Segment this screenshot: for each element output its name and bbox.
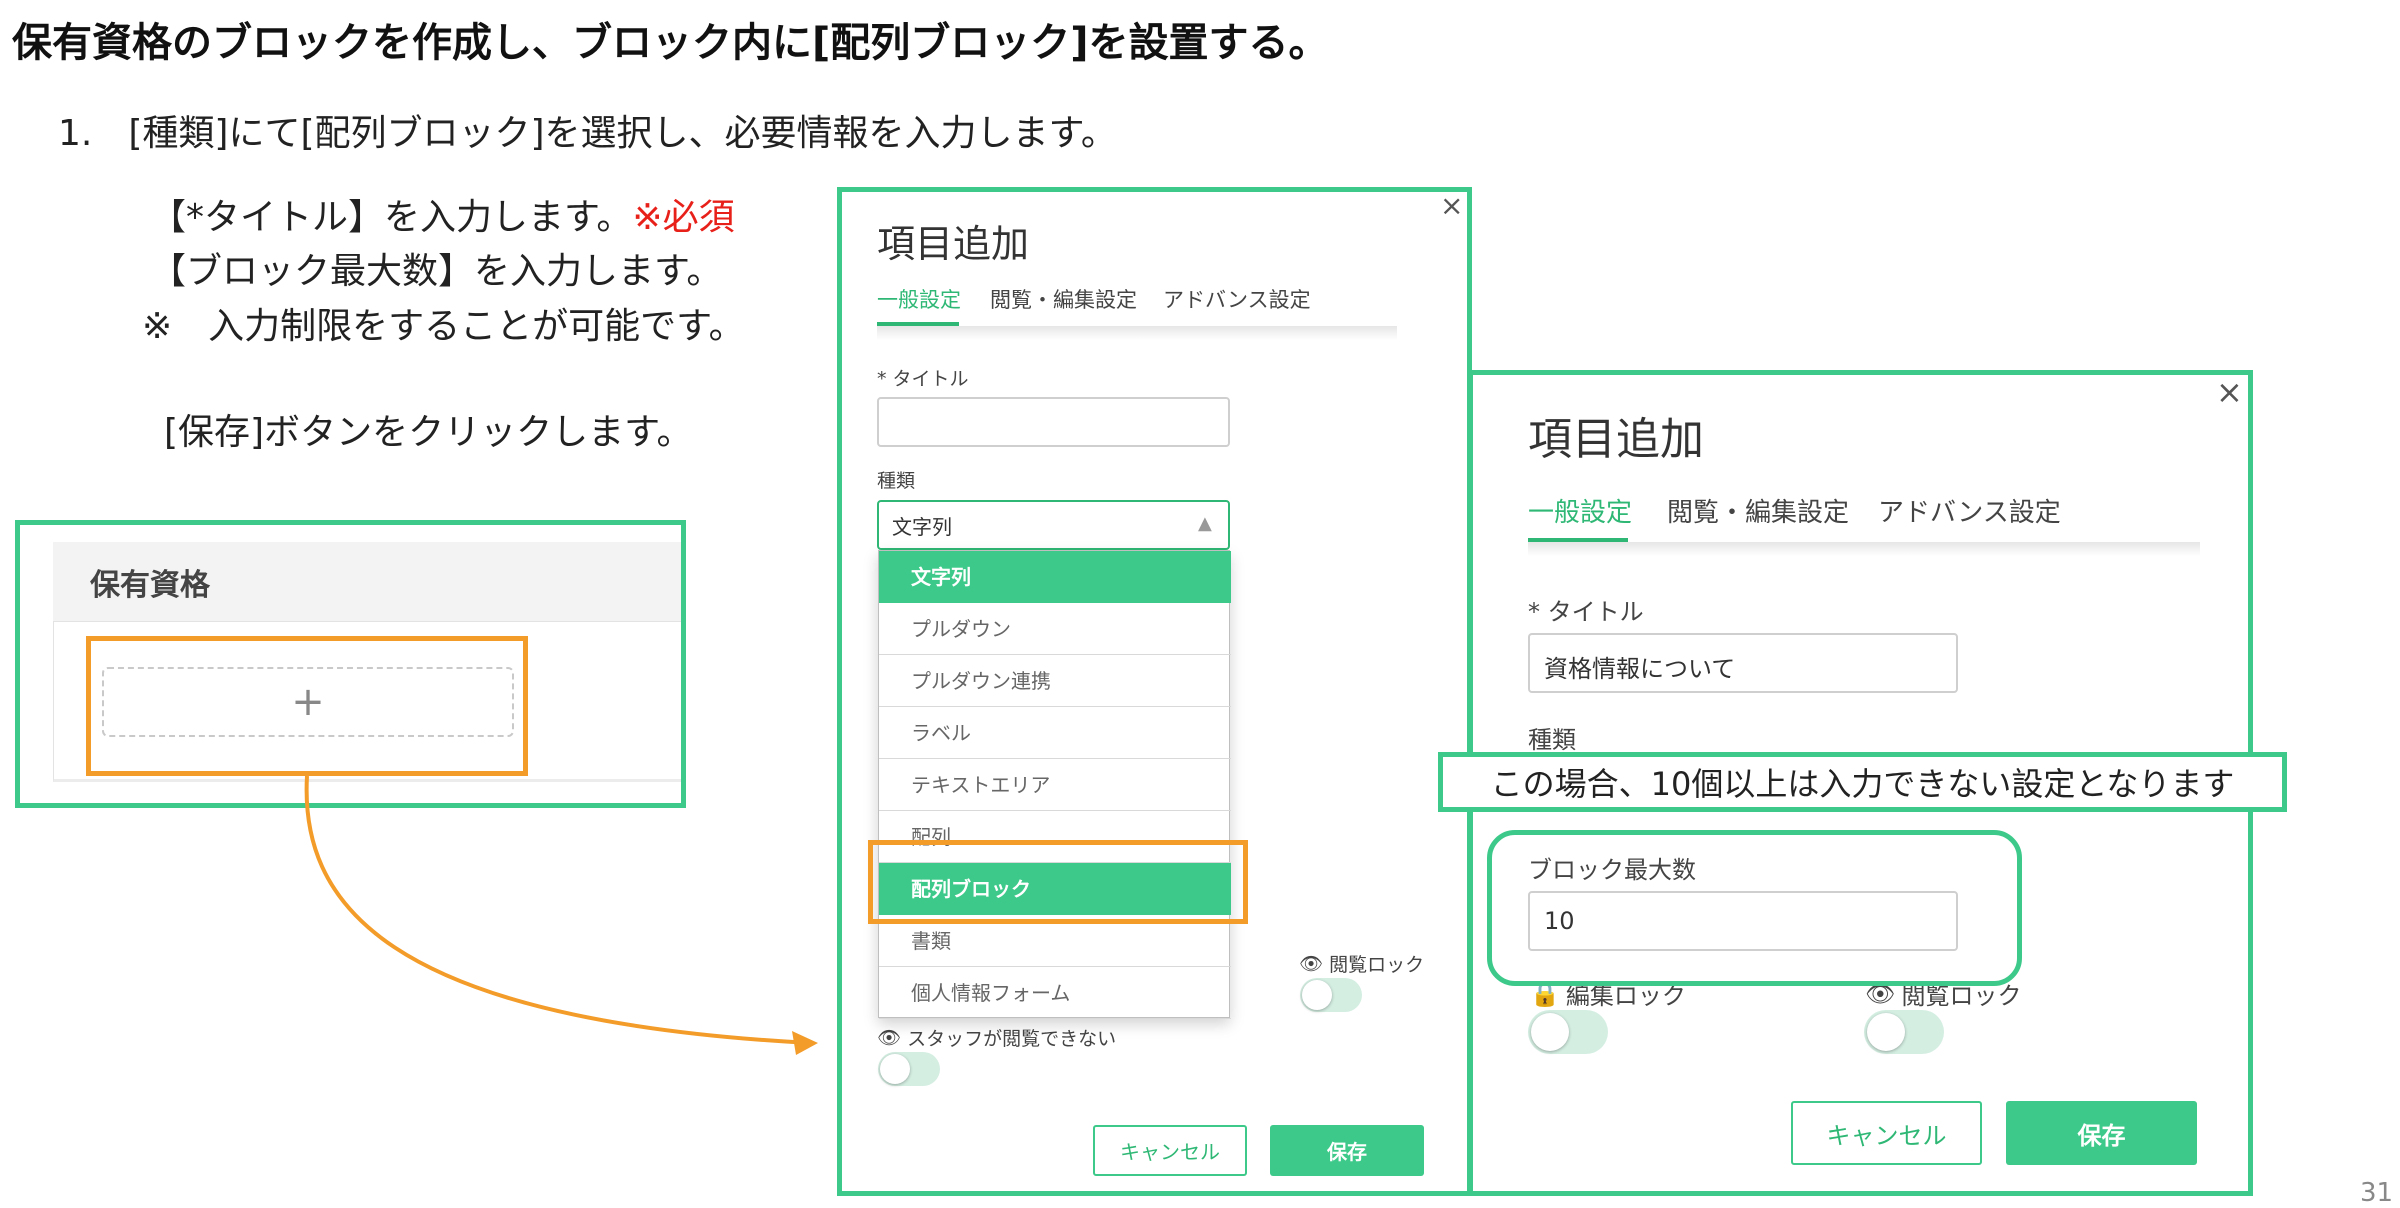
- tab-advanced[interactable]: アドバンス設定: [1163, 284, 1311, 314]
- option-label[interactable]: ラベル: [879, 707, 1231, 759]
- view-lock-text: 閲覧ロック: [1329, 954, 1425, 976]
- title-field-label: * タイトル: [877, 368, 969, 390]
- close-icon[interactable]: ×: [2216, 376, 2243, 408]
- tab-shadow: [1528, 542, 2200, 556]
- type-dropdown-list: 文字列 プルダウン プルダウン連携 ラベル テキストエリア 配列 配列ブロック …: [878, 550, 1231, 1019]
- staff-hidden-text: スタッフが閲覧できない: [907, 1028, 1117, 1050]
- callout-note: この場合、10個以上は入力できない設定となります: [1438, 752, 2287, 812]
- view-lock-toggle[interactable]: [1300, 978, 1362, 1012]
- toggle-knob: [1531, 1013, 1569, 1051]
- tab-advanced[interactable]: アドバンス設定: [1878, 492, 2061, 529]
- tab-view-edit[interactable]: 閲覧・編集設定: [1667, 492, 1849, 529]
- title-field-label: * タイトル: [1528, 598, 1644, 626]
- title-input[interactable]: 資格情報について: [1528, 633, 1958, 693]
- eye-slash-icon: 👁: [877, 1027, 902, 1049]
- tab-view-edit[interactable]: 閲覧・編集設定: [990, 284, 1137, 314]
- staff-hidden-label: 👁 スタッフが閲覧できない: [877, 1024, 1116, 1051]
- max-blocks-highlight: [1487, 830, 2022, 986]
- tab-shadow: [877, 326, 1397, 340]
- type-field-label: 種類: [1528, 726, 1576, 754]
- dialog-title: 項目追加: [1528, 414, 1704, 465]
- option-string[interactable]: 文字列: [879, 551, 1231, 603]
- tab-general[interactable]: 一般設定: [1528, 492, 1632, 529]
- option-personal-info-form[interactable]: 個人情報フォーム: [879, 967, 1231, 1019]
- staff-hidden-toggle[interactable]: [878, 1052, 940, 1086]
- dialog-title: 項目追加: [877, 222, 1030, 266]
- eye-slash-icon: 👁: [1299, 953, 1324, 975]
- array-block-highlight: [868, 840, 1248, 924]
- close-icon[interactable]: ×: [1440, 192, 1463, 220]
- save-button[interactable]: 保存: [2006, 1101, 2197, 1165]
- option-pulldown[interactable]: プルダウン: [879, 603, 1231, 655]
- title-input-value: 資格情報について: [1544, 655, 1736, 683]
- type-select-value: 文字列: [892, 515, 952, 539]
- view-lock-label: 👁 閲覧ロック: [1299, 950, 1424, 977]
- save-button[interactable]: 保存: [1270, 1125, 1424, 1176]
- option-pulldown-linked[interactable]: プルダウン連携: [879, 655, 1231, 707]
- page-number: 31: [2360, 1178, 2394, 1208]
- type-field-label: 種類: [877, 470, 916, 492]
- cancel-button[interactable]: キャンセル: [1791, 1101, 1982, 1165]
- cancel-button[interactable]: キャンセル: [1093, 1125, 1247, 1176]
- title-input[interactable]: [877, 397, 1230, 447]
- toggle-knob: [880, 1054, 910, 1084]
- option-textarea[interactable]: テキストエリア: [879, 759, 1231, 811]
- toggle-knob: [1867, 1013, 1905, 1051]
- view-lock-toggle[interactable]: [1864, 1010, 1944, 1054]
- caret-up-icon: ▲: [1198, 513, 1212, 534]
- edit-lock-toggle[interactable]: [1528, 1010, 1608, 1054]
- toggle-knob: [1302, 980, 1332, 1010]
- tab-general[interactable]: 一般設定: [877, 284, 961, 314]
